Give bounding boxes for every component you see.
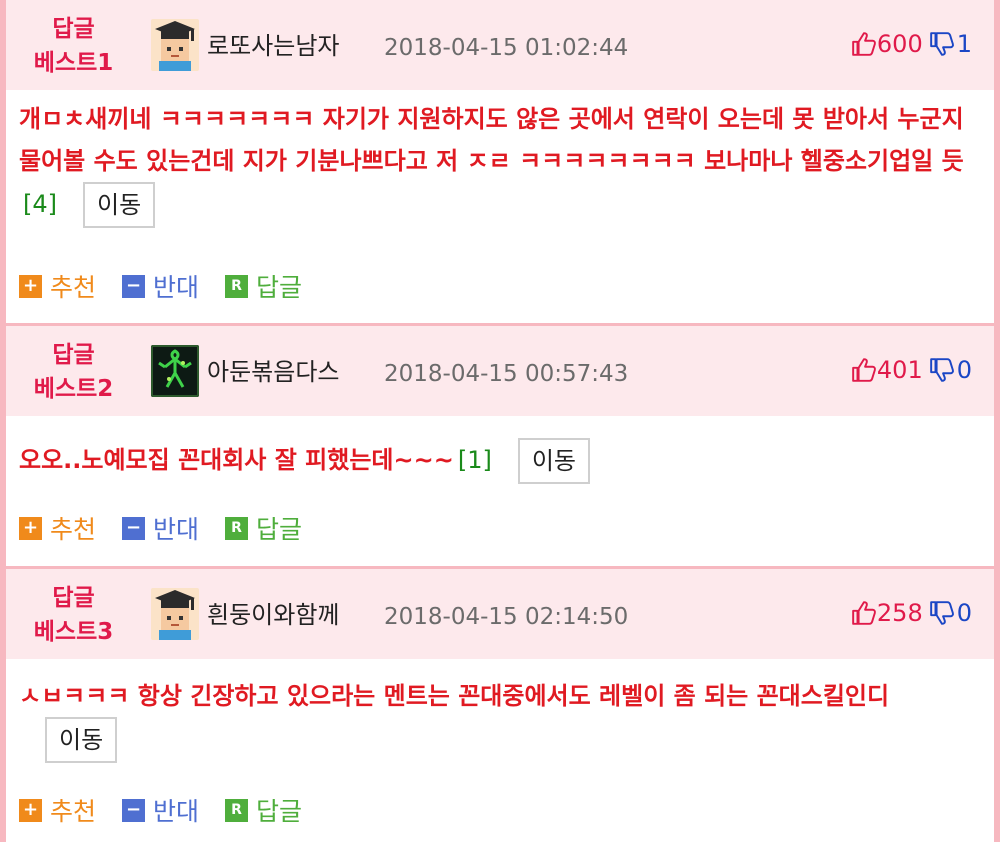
vote-counts: 258 0	[851, 594, 972, 632]
reply-label: 답글	[256, 273, 303, 302]
reply-header: 답글 베스트2 아둔볶음다스 2018-04-15 00:57:43 401 0	[6, 326, 994, 416]
post-datetime: 2018-04-15 00:57:43	[384, 361, 629, 387]
comment-body: ㅅㅂㅋㅋㅋ 항상 긴장하고 있으라는 멘트는 꼰대중에서도 레벨이 좀 되는 꼰…	[19, 675, 979, 763]
post-datetime: 2018-04-15 01:02:44	[384, 35, 629, 61]
recommend-button[interactable]: + 추천	[19, 268, 96, 304]
oppose-label: 반대	[153, 515, 200, 544]
comment-actions: + 추천 − 반대 R 답글	[19, 268, 328, 304]
minus-icon: −	[122, 516, 146, 540]
down-count: 0	[956, 356, 972, 384]
reply-r-icon: R	[225, 274, 249, 298]
badge-line-2: 베스트3	[33, 619, 114, 645]
vote-counts: 401 0	[851, 351, 972, 389]
comment-actions: + 추천 − 반대 R 답글	[19, 510, 328, 546]
move-button[interactable]: 이동	[45, 717, 118, 763]
recommend-label: 추천	[50, 797, 97, 826]
reply-header: 답글 베스트3 흰둥이와함께 2018-04-15 02:14:50 258 0	[6, 569, 994, 659]
reply-label: 답글	[256, 797, 303, 826]
best-badge: 답글 베스트2	[6, 338, 141, 406]
plus-icon: +	[19, 798, 42, 822]
comment-text: 오오..노예모집 꼰대회사 잘 피했는데~~~	[19, 446, 454, 474]
recommend-button[interactable]: + 추천	[19, 792, 96, 828]
reply-count[interactable]: [1]	[458, 446, 492, 474]
move-button[interactable]: 이동	[83, 182, 156, 228]
reply-button[interactable]: R 답글	[225, 792, 302, 828]
green-figure-avatar-icon[interactable]	[151, 345, 199, 397]
badge-line-1: 답글	[52, 585, 95, 611]
oppose-label: 반대	[153, 273, 200, 302]
thumbs-down-icon[interactable]	[929, 357, 955, 383]
comment-text: ㅅㅂㅋㅋㅋ 항상 긴장하고 있으라는 멘트는 꼰대중에서도 레벨이 좀 되는 꼰…	[19, 682, 890, 710]
nickname[interactable]: 로또사는남자	[207, 28, 339, 64]
post-datetime: 2018-04-15 02:14:50	[384, 604, 629, 630]
reply-count[interactable]: [4]	[23, 190, 57, 218]
reply-r-icon: R	[225, 798, 249, 822]
reply-label: 답글	[256, 515, 303, 544]
badge-line-2: 베스트2	[33, 376, 114, 402]
oppose-label: 반대	[153, 797, 200, 826]
recommend-label: 추천	[50, 273, 97, 302]
reply-button[interactable]: R 답글	[225, 268, 302, 304]
reply-button[interactable]: R 답글	[225, 510, 302, 546]
badge-line-2: 베스트1	[33, 50, 114, 76]
best-badge: 답글 베스트3	[6, 581, 141, 649]
best-reply-2: 답글 베스트2 아둔볶음다스 2018-04-15 00:57:43 401 0…	[6, 326, 994, 566]
oppose-button[interactable]: − 반대	[122, 510, 199, 546]
oppose-button[interactable]: − 반대	[122, 268, 199, 304]
comment-text: 개ㅁㅊ새끼네 ㅋㅋㅋㅋㅋㅋㅋ 자기가 지원하지도 않은 곳에서 연락이 오는데 …	[19, 105, 964, 175]
up-count: 600	[876, 30, 923, 58]
minus-icon: −	[122, 274, 146, 298]
minus-icon: −	[122, 798, 146, 822]
nickname[interactable]: 흰둥이와함께	[207, 597, 339, 633]
best-replies-list: 답글 베스트1 로또사는남자 2018-04-15 01:02:44 600 1…	[0, 0, 1000, 842]
reply-r-icon: R	[225, 516, 249, 540]
recommend-label: 추천	[50, 515, 97, 544]
best-reply-1: 답글 베스트1 로또사는남자 2018-04-15 01:02:44 600 1…	[6, 0, 994, 323]
comment-body: 개ㅁㅊ새끼네 ㅋㅋㅋㅋㅋㅋㅋ 자기가 지원하지도 않은 곳에서 연락이 오는데 …	[19, 98, 979, 228]
thumbs-down-icon[interactable]	[929, 600, 955, 626]
comment-body: 오오..노예모집 꼰대회사 잘 피했는데~~~ [1] 이동	[19, 438, 979, 484]
thumbs-down-icon[interactable]	[929, 31, 955, 57]
thumbs-up-icon[interactable]	[851, 31, 877, 57]
move-button[interactable]: 이동	[517, 438, 590, 484]
graduate-avatar-icon[interactable]	[151, 588, 199, 640]
nickname[interactable]: 아둔볶음다스	[207, 354, 339, 390]
down-count: 1	[956, 30, 972, 58]
plus-icon: +	[19, 274, 42, 298]
recommend-button[interactable]: + 추천	[19, 510, 96, 546]
down-count: 0	[956, 599, 972, 627]
comment-actions: + 추천 − 반대 R 답글	[19, 792, 328, 828]
thumbs-up-icon[interactable]	[851, 357, 877, 383]
badge-line-1: 답글	[52, 342, 95, 368]
up-count: 258	[876, 599, 923, 627]
up-count: 401	[876, 356, 923, 384]
oppose-button[interactable]: − 반대	[122, 792, 199, 828]
plus-icon: +	[19, 516, 42, 540]
thumbs-up-icon[interactable]	[851, 600, 877, 626]
vote-counts: 600 1	[851, 25, 972, 63]
graduate-avatar-icon[interactable]	[151, 19, 199, 71]
best-reply-3: 답글 베스트3 흰둥이와함께 2018-04-15 02:14:50 258 0…	[6, 569, 994, 842]
badge-line-1: 답글	[52, 16, 95, 42]
best-badge: 답글 베스트1	[6, 12, 141, 80]
reply-header: 답글 베스트1 로또사는남자 2018-04-15 01:02:44 600 1	[6, 0, 994, 90]
